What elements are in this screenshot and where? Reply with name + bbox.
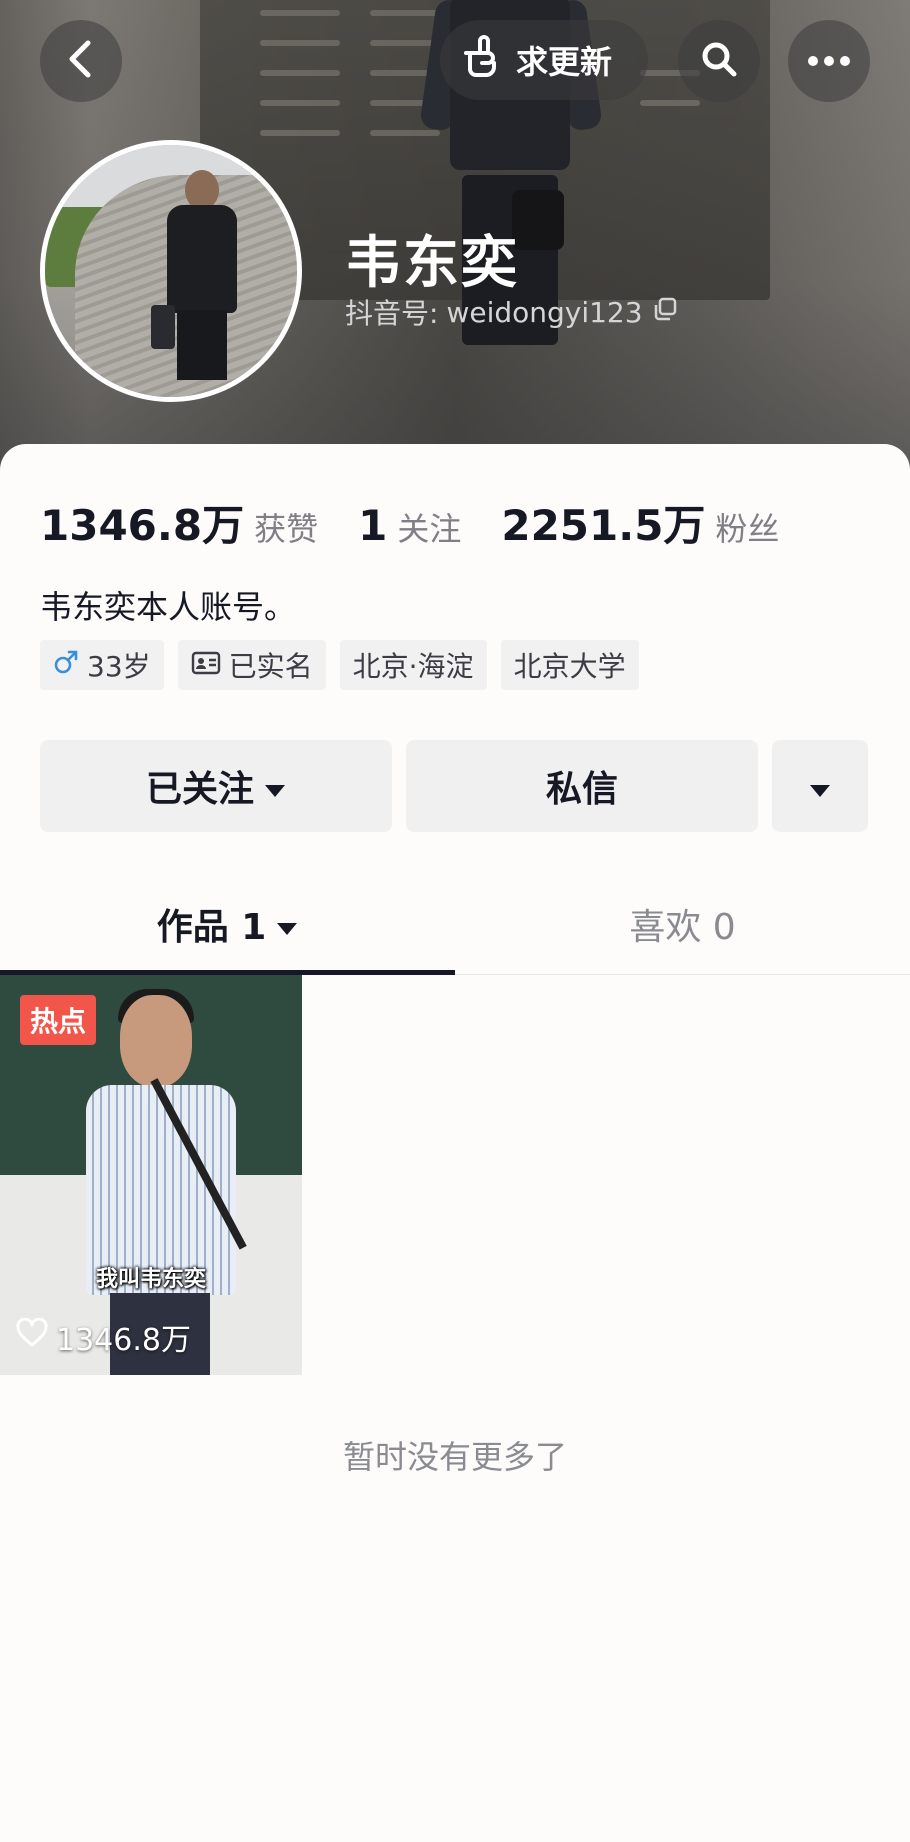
copy-icon[interactable]: [651, 295, 679, 330]
id-card-icon: [191, 649, 221, 682]
tag-location-label: 北京·海淀: [352, 650, 474, 683]
followers-value: 2251.5万: [501, 501, 706, 550]
tag-verified-label: 已实名: [228, 650, 313, 683]
tag-school-label: 北京大学: [513, 650, 626, 683]
male-icon: [53, 649, 79, 682]
following-label: 关注: [397, 510, 462, 548]
douyin-id-value: weidongyi123: [446, 295, 643, 329]
tab-likes-label: 喜欢 0: [629, 907, 736, 948]
likes-label: 获赞: [254, 510, 319, 548]
message-label: 私信: [545, 769, 618, 810]
stats-row: 1346.8万 获赞 1 关注 2251.5万 粉丝: [40, 492, 819, 553]
tag-age-label: 33岁: [87, 650, 151, 683]
tag-school[interactable]: 北京大学: [500, 640, 639, 690]
tag-location: 北京·海淀: [339, 640, 487, 690]
tab-works[interactable]: 作品 1: [0, 874, 455, 974]
request-update-button[interactable]: 求更新: [440, 20, 648, 100]
stat-followers[interactable]: 2251.5万 粉丝: [501, 492, 779, 553]
followers-label: 粉丝: [715, 510, 780, 548]
video-thumbnail[interactable]: 热点 我叫韦东奕 1346.8万: [0, 975, 302, 1375]
tag-age: 33岁: [40, 640, 164, 690]
douyin-id-label: 抖音号:: [345, 297, 439, 330]
message-button[interactable]: 私信: [406, 740, 758, 832]
back-button[interactable]: [40, 20, 122, 102]
action-row: 已关注 私信: [40, 740, 868, 832]
tags-row: 33岁 已实名 北京·海淀 北京大学: [40, 640, 639, 690]
video-like-value: 1346.8万: [56, 1323, 191, 1358]
more-actions-button[interactable]: [772, 740, 868, 832]
video-like-count: 1346.8万: [16, 1315, 191, 1359]
more-button[interactable]: [788, 20, 870, 102]
heart-icon: [16, 1317, 48, 1356]
following-value: 1: [358, 501, 388, 550]
douyin-id-row[interactable]: 抖音号: weidongyi123: [345, 292, 679, 332]
bio: 韦东奕本人账号。: [40, 588, 297, 626]
hot-badge: 热点: [20, 995, 97, 1045]
search-icon: [699, 39, 739, 83]
likes-value: 1346.8万: [40, 501, 245, 550]
back-icon: [64, 39, 98, 83]
followed-button[interactable]: 已关注: [40, 740, 392, 832]
no-more-text: 暂时没有更多了: [342, 1438, 567, 1476]
request-update-label: 求更新: [516, 43, 613, 81]
avatar[interactable]: [40, 140, 302, 402]
stat-following[interactable]: 1 关注: [358, 501, 461, 550]
content-tabs: 作品 1 喜欢 0: [0, 874, 910, 975]
caret-down-icon: [809, 766, 831, 807]
video-caption: 我叫韦东奕: [96, 1267, 207, 1292]
caret-down-icon: [264, 766, 286, 807]
more-icon: [807, 52, 851, 71]
tab-likes[interactable]: 喜欢 0: [455, 874, 910, 974]
stat-likes[interactable]: 1346.8万 获赞: [40, 492, 318, 553]
profile-name: 韦东奕: [345, 231, 519, 296]
caret-down-icon: [276, 904, 298, 945]
tag-verified: 已实名: [177, 640, 326, 690]
hand-pointer-icon: [460, 33, 506, 87]
tab-works-label: 作品 1: [156, 907, 267, 948]
followed-label: 已关注: [145, 769, 254, 810]
profile-card: 1346.8万 获赞 1 关注 2251.5万 粉丝 韦东奕本人账号。 33岁 …: [0, 444, 910, 1842]
search-button[interactable]: [678, 20, 760, 102]
